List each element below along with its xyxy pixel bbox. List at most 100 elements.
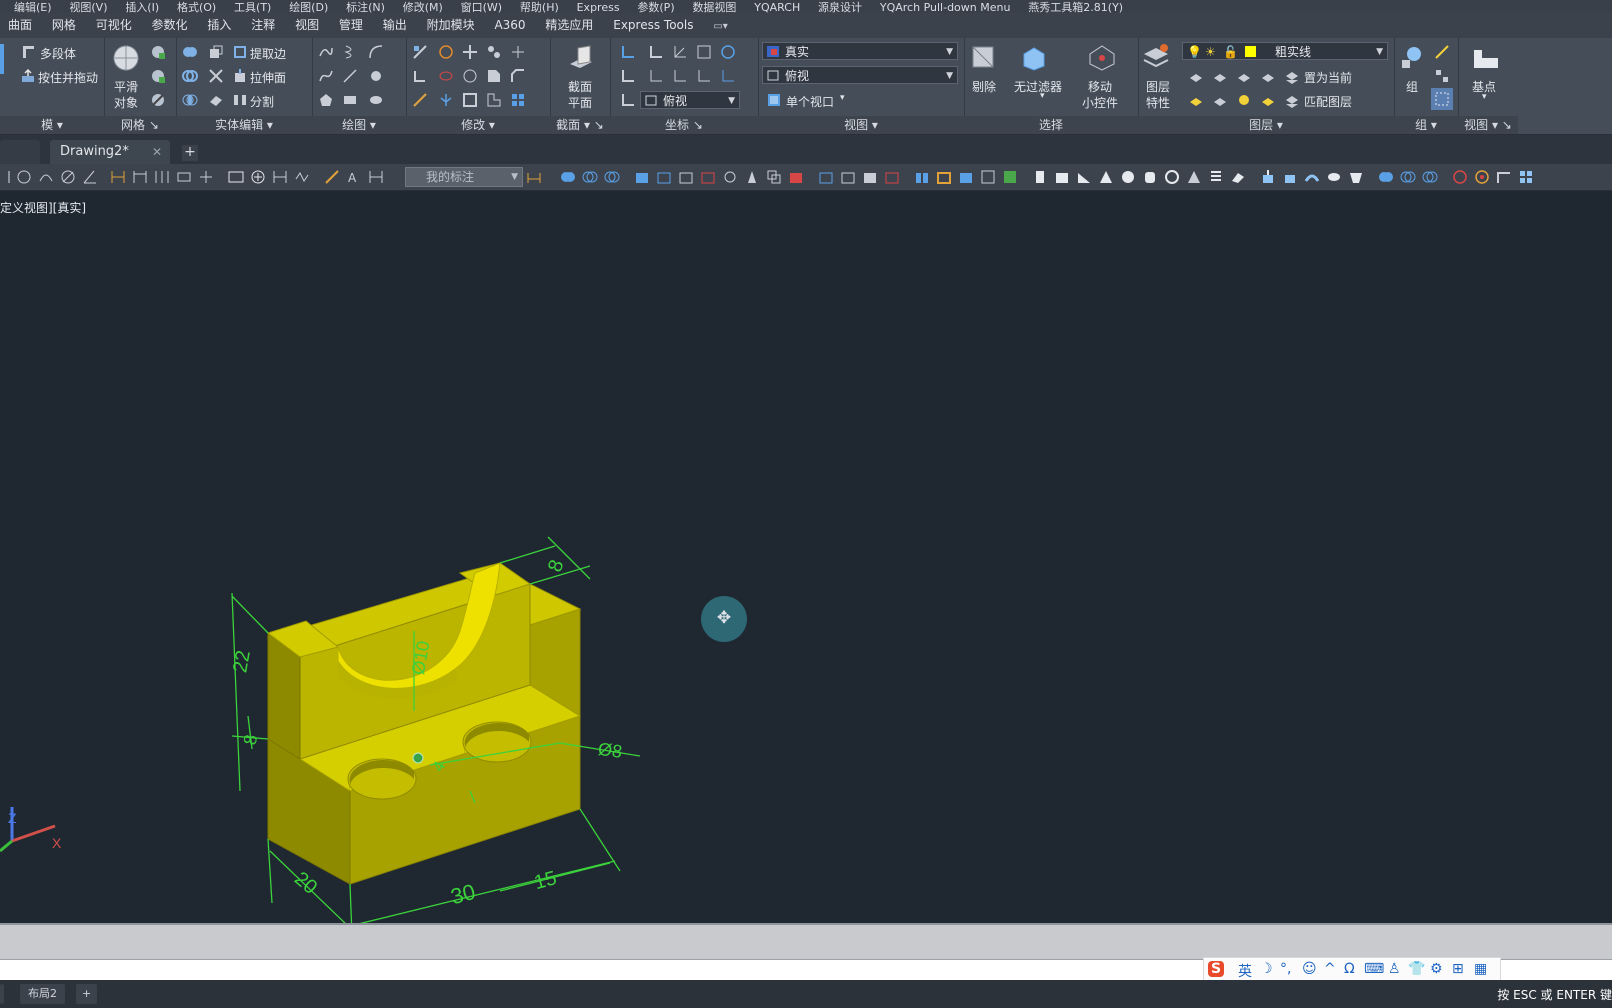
- panel-title-modify[interactable]: 修改 ▾: [406, 116, 550, 134]
- orbit-tb-icon[interactable]: [1474, 169, 1490, 185]
- taper-face-tb-icon[interactable]: [744, 169, 760, 185]
- ime-toolbox-icon[interactable]: ⊞: [1452, 961, 1464, 977]
- menu-item-window[interactable]: 窗口(W): [447, 2, 502, 14]
- ucs-3point-icon[interactable]: [720, 68, 736, 84]
- menu-item-modify[interactable]: 修改(M): [389, 2, 443, 14]
- layer-isolate-icon[interactable]: [1212, 68, 1228, 84]
- scale-icon[interactable]: [412, 44, 428, 60]
- offset-face-tb-icon[interactable]: [678, 169, 694, 185]
- move-gizmo-icon[interactable]: [1088, 44, 1116, 72]
- dim-radius-icon[interactable]: [16, 169, 32, 185]
- tab-a360[interactable]: A360: [486, 13, 533, 38]
- ime-settings-icon[interactable]: ⚙: [1430, 961, 1443, 977]
- section-plane-label-2[interactable]: 平面: [568, 94, 592, 111]
- ucs-z-icon[interactable]: [696, 68, 712, 84]
- ime-skin-icon[interactable]: 👕: [1408, 961, 1425, 977]
- ucs-view-combo[interactable]: 俯视 ▼: [640, 91, 740, 109]
- separate-label[interactable]: 分割: [250, 93, 274, 110]
- menu-item-view[interactable]: 视图(V): [55, 2, 107, 14]
- ucs-icon[interactable]: [620, 44, 636, 60]
- imprint-tb-icon[interactable]: [862, 169, 878, 185]
- layer-off-icon[interactable]: [1188, 68, 1204, 84]
- no-filter-icon[interactable]: [1020, 44, 1048, 72]
- move-gizmo-label-2[interactable]: 小控件: [1082, 94, 1118, 111]
- model-viewport[interactable]: 定义视图][真实] 8 22 8 20 30 15 Ø8 Ø10 4 Z X ✥: [0, 191, 1612, 923]
- menu-item-yuanquan[interactable]: 源泉设计: [804, 2, 862, 14]
- ime-emoji-icon[interactable]: ☺: [1302, 961, 1317, 977]
- tab-annotate[interactable]: 注释: [243, 13, 283, 38]
- interfere-icon[interactable]: [208, 44, 224, 60]
- menu-item-dimension[interactable]: 标注(N): [332, 2, 385, 14]
- layer-unisolate-icon[interactable]: [1188, 92, 1204, 108]
- no-filter-arrow[interactable]: ▾: [1040, 91, 1045, 101]
- solid-edit-tb-icon[interactable]: [980, 169, 996, 185]
- panel-title-solid-edit[interactable]: 实体编辑 ▾: [176, 116, 312, 134]
- dim-quick-icon[interactable]: [110, 169, 126, 185]
- ime-toolbar[interactable]: S 英 ☽ °, ☺ ^ Ω ⌨ ♙ 👕 ⚙ ⊞ ▦: [1203, 957, 1501, 981]
- ime-menu-icon[interactable]: ▦: [1474, 961, 1487, 977]
- mirror-icon[interactable]: [438, 92, 454, 108]
- ucs-view-icon[interactable]: [696, 44, 712, 60]
- planar-surface-tb-icon[interactable]: [1230, 169, 1246, 185]
- polygon-icon[interactable]: [318, 92, 334, 108]
- layer-thaw-all-icon[interactable]: [1212, 92, 1228, 108]
- polysolid-label[interactable]: 多段体: [40, 45, 76, 62]
- mesh-crease-icon[interactable]: [150, 92, 166, 108]
- fillet-icon[interactable]: [412, 68, 428, 84]
- ime-halfwidth-icon[interactable]: ☽: [1260, 961, 1273, 977]
- ime-symbol-icon[interactable]: Ω: [1344, 961, 1355, 977]
- spline-icon[interactable]: [318, 68, 334, 84]
- tab-manage[interactable]: 管理: [331, 13, 371, 38]
- layer-freeze-icon[interactable]: [1236, 68, 1252, 84]
- revolve-tb-icon[interactable]: [1326, 169, 1342, 185]
- tab-insert[interactable]: 插入: [199, 13, 239, 38]
- stretch-icon[interactable]: [486, 92, 502, 108]
- union2-tb-icon[interactable]: [1378, 169, 1394, 185]
- tab-express-tools[interactable]: Express Tools: [605, 13, 701, 38]
- group-label[interactable]: 组: [1406, 78, 1418, 95]
- dim-style-combo[interactable]: 我的标注 ▼: [405, 167, 523, 187]
- named-view-combo[interactable]: 俯视 ▼: [762, 66, 958, 84]
- layer-unlock-all-icon[interactable]: [1260, 92, 1276, 108]
- culling-icon[interactable]: [970, 44, 998, 72]
- shell-tb-icon[interactable]: [936, 169, 952, 185]
- menu-item-yqarch-pulldown[interactable]: YQArch Pull-down Menu: [866, 2, 1011, 14]
- panel-title-section[interactable]: 截面 ▾ ↘: [550, 116, 610, 134]
- set-current-label[interactable]: 置为当前: [1304, 69, 1352, 86]
- move-gizmo-label-1[interactable]: 移动: [1088, 78, 1112, 95]
- inspect-icon[interactable]: [272, 169, 288, 185]
- layer-on-all-icon[interactable]: [1236, 92, 1252, 108]
- ucs-object-icon[interactable]: [720, 44, 736, 60]
- tab-visualize[interactable]: 可视化: [88, 13, 140, 38]
- doc-tab-drawing2[interactable]: Drawing2* ✕: [50, 140, 170, 164]
- separate-icon[interactable]: [232, 92, 248, 108]
- layout-tab-2[interactable]: 布局2: [20, 984, 65, 1004]
- sweep-tb-icon[interactable]: [1304, 169, 1320, 185]
- sogou-logo-icon[interactable]: S: [1208, 961, 1225, 977]
- panel-title-selection[interactable]: 选择: [964, 116, 1138, 134]
- viewport-config-arrow[interactable]: ▾: [840, 93, 845, 103]
- box-tb-icon[interactable]: [1054, 169, 1070, 185]
- pyramid-tb-icon[interactable]: [1186, 169, 1202, 185]
- circle-icon[interactable]: [368, 68, 384, 84]
- intersect-icon[interactable]: [182, 92, 198, 108]
- region-icon[interactable]: [368, 92, 384, 108]
- menu-item-edit[interactable]: 编辑(E): [0, 2, 52, 14]
- add-layout-button[interactable]: +: [76, 984, 98, 1004]
- rotate-face-tb-icon[interactable]: [722, 169, 738, 185]
- menu-item-draw[interactable]: 绘图(D): [275, 2, 328, 14]
- base-view-icon[interactable]: [1472, 46, 1500, 74]
- menu-item-express[interactable]: Express: [563, 2, 620, 14]
- group-selection-toggle[interactable]: [1431, 88, 1453, 110]
- panel-title-layers[interactable]: 图层 ▾: [1138, 116, 1394, 134]
- group-icon[interactable]: [1398, 44, 1426, 72]
- polyline-icon[interactable]: [318, 44, 334, 60]
- arc-icon[interactable]: [368, 44, 384, 60]
- no-filter-label[interactable]: 无过滤器: [1014, 78, 1062, 95]
- rotate3d-tb-icon[interactable]: [1452, 169, 1468, 185]
- base-view-arrow[interactable]: ▾: [1482, 92, 1487, 102]
- color-face-tb-icon[interactable]: [788, 169, 804, 185]
- copy-icon[interactable]: [486, 44, 502, 60]
- panel-title-view-base[interactable]: 视图 ▾ ↘: [1458, 116, 1518, 134]
- menu-item-yqarch[interactable]: YQARCH: [740, 2, 800, 14]
